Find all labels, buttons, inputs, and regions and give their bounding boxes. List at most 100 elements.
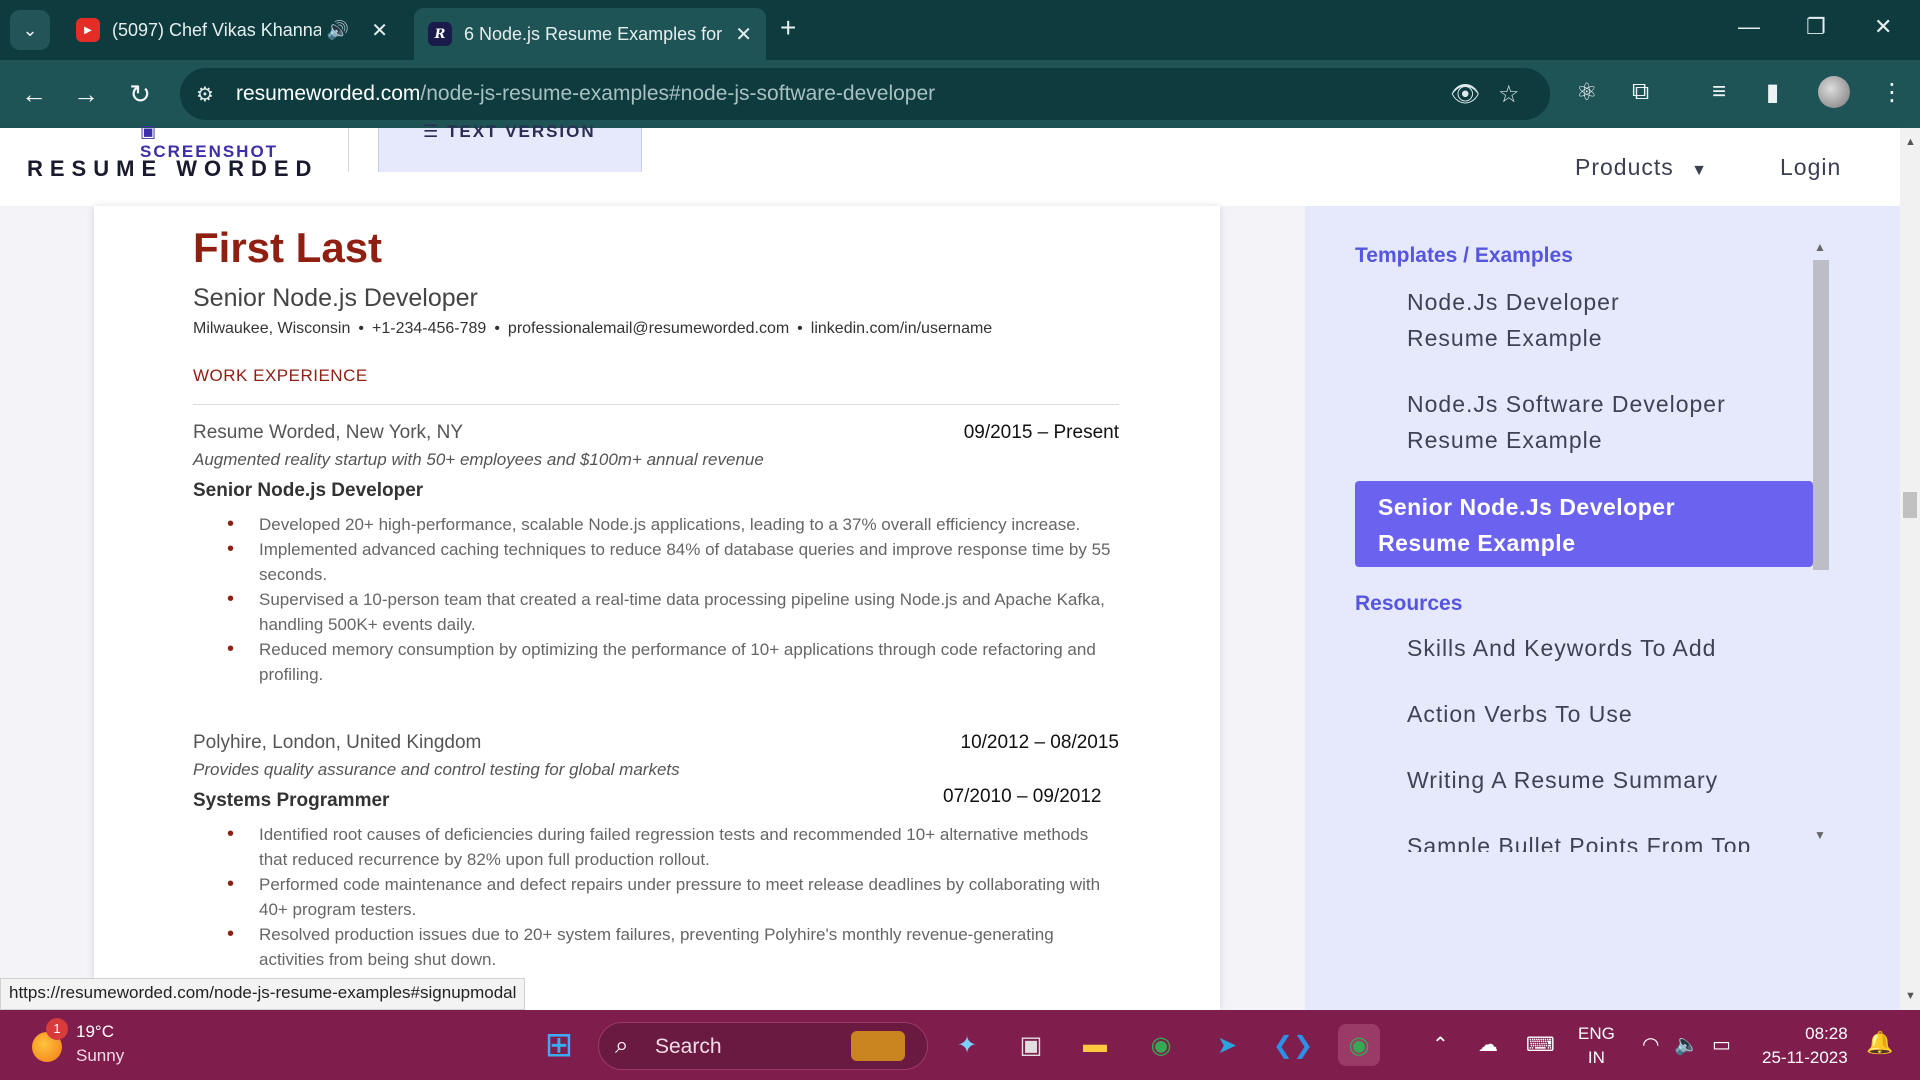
job-bullets: Identified root causes of deficiencies d… (193, 822, 1119, 972)
image-icon: ▣ (140, 122, 159, 141)
sidebar-item-resume-summary[interactable]: Writing A Resume Summary (1407, 762, 1807, 798)
job-entry: Polyhire, London, United Kingdom 10/2012… (193, 732, 1119, 972)
profile-avatar[interactable] (1818, 76, 1850, 108)
address-bar[interactable]: ⚙ resumeworded.com/node-js-resume-exampl… (180, 68, 1550, 120)
youtube-icon: ▶ (76, 18, 100, 42)
vscode-icon[interactable]: ❮❯ (1272, 1024, 1314, 1066)
onedrive-icon[interactable]: ☁ (1478, 1032, 1498, 1057)
resume-preview: First Last Senior Node.js Developer Milw… (94, 206, 1220, 1010)
telegram-icon[interactable]: ➤ (1206, 1024, 1248, 1066)
scroll-up-icon[interactable]: ▲ (1814, 240, 1826, 254)
chevron-up-icon[interactable]: ⌃ (1432, 1032, 1449, 1057)
job-description: Provides quality assurance and control t… (193, 760, 680, 779)
scroll-down-icon[interactable]: ▼ (1905, 990, 1916, 1002)
job-dates: 10/2012 – 08/2015 (960, 732, 1120, 753)
extensions-icon[interactable]: ⧉ (1632, 78, 1649, 106)
caret-down-icon: ▼ (1691, 162, 1708, 179)
speaker-icon[interactable]: 🔊 (327, 20, 349, 41)
bullet-point: Resolved production issues due to 20+ sy… (193, 922, 1119, 972)
forward-icon[interactable]: → (68, 76, 104, 112)
bullet-point: Reduced memory consumption by optimizing… (193, 637, 1119, 687)
chrome-icon[interactable]: ◉ (1140, 1024, 1182, 1066)
back-icon[interactable]: ← (16, 76, 52, 112)
close-tab-icon[interactable]: ✕ (735, 22, 752, 47)
sidebar-item-node-developer[interactable]: Node.Js Developer Resume Example (1407, 284, 1747, 356)
file-explorer-icon[interactable]: ▬ (1074, 1024, 1116, 1066)
tab-divider (348, 128, 349, 172)
language-indicator[interactable]: ENG IN (1578, 1022, 1615, 1070)
bullet-point: Supervised a 10-person team that created… (193, 587, 1119, 637)
templates-heading[interactable]: Templates / Examples (1355, 244, 1573, 268)
tab-title: 6 Node.js Resume Examples for (464, 23, 723, 44)
tab-youtube[interactable]: ▶ (5097) Chef Vikas Khanna - 🔊 ✕ (62, 8, 402, 52)
resume-worded-icon: R (428, 22, 452, 46)
bullet-point: Developed 20+ high-performance, scalable… (193, 512, 1119, 537)
scroll-up-icon[interactable]: ▲ (1905, 136, 1916, 148)
bookmark-star-icon[interactable]: ☆ (1498, 80, 1520, 109)
tab-title: (5097) Chef Vikas Khanna - (112, 19, 321, 40)
clock[interactable]: 08:28 25-11-2023 (1762, 1022, 1848, 1070)
menu-kebab-icon[interactable]: ⋮ (1880, 78, 1904, 107)
copilot-icon[interactable]: ✦ (946, 1024, 988, 1066)
task-view-icon[interactable]: ▣ (1010, 1024, 1052, 1066)
keyboard-icon[interactable]: ⌨ (1526, 1032, 1555, 1057)
job-description: Augmented reality startup with 50+ emplo… (193, 450, 764, 469)
job-entry: Resume Worded, New York, NY 09/2015 – Pr… (193, 422, 1119, 687)
weather-condition[interactable]: Sunny (76, 1046, 124, 1066)
windows-taskbar: 1 19°C Sunny ⊞ ⌕ Search ✦ ▣ ▬ ◉ ➤ ❮❯ ◉ ⌃… (0, 1010, 1920, 1080)
react-devtools-icon[interactable]: ⚛ (1576, 78, 1598, 107)
sidebar-item-sample-bullets[interactable]: Sample Bullet Points From Top (1407, 828, 1807, 852)
eye-off-icon[interactable]: 👁 (1450, 80, 1480, 109)
taskbar-search[interactable]: ⌕ Search (598, 1022, 928, 1070)
resume-title: Senior Node.js Developer (193, 284, 478, 312)
restore-icon[interactable]: ❐ (1806, 14, 1826, 40)
media-controls-icon[interactable]: ≡ (1712, 78, 1726, 106)
resources-heading[interactable]: Resources (1355, 592, 1462, 616)
side-panel-icon[interactable]: ▮ (1766, 78, 1779, 107)
battery-icon[interactable]: ▭ (1712, 1032, 1731, 1057)
scrollbar-thumb[interactable] (1903, 492, 1917, 518)
chrome-active-icon[interactable]: ◉ (1338, 1024, 1380, 1066)
tab-screenshot[interactable]: ▣ SCREENSHOT (140, 122, 278, 162)
notification-bell-icon[interactable]: 🔔 (1866, 1030, 1893, 1056)
tab-resume-worded[interactable]: R 6 Node.js Resume Examples for ✕ (414, 8, 766, 60)
notification-badge: 1 (46, 1018, 68, 1040)
bullet-point: Identified root causes of deficiencies d… (193, 822, 1119, 872)
sidebar-scrollbar[interactable]: ▲ ▼ (1810, 236, 1832, 848)
sidebar-item-skills-keywords[interactable]: Skills And Keywords To Add (1407, 630, 1807, 666)
browser-tab-bar: ⌄ ▶ (5097) Chef Vikas Khanna - 🔊 ✕ R 6 N… (0, 0, 1920, 60)
resume-contact: Milwaukee, Wisconsin • +1-234-456-789 • prof… (193, 320, 993, 337)
reload-icon[interactable]: ↻ (122, 76, 158, 112)
site-info-icon[interactable]: ⚙ (196, 82, 214, 107)
scroll-down-icon[interactable]: ▼ (1814, 828, 1826, 842)
tab-text-version[interactable]: ☰ TEXT VERSION (378, 122, 642, 172)
close-tab-icon[interactable]: ✕ (371, 18, 388, 43)
bullet-point: Implemented advanced caching techniques … (193, 537, 1119, 587)
section-heading: WORK EXPERIENCE (193, 366, 368, 385)
wifi-icon[interactable]: ◠ (1642, 1032, 1659, 1057)
scrollbar-thumb[interactable] (1813, 260, 1829, 570)
windows-start-icon[interactable]: ⊞ (538, 1024, 580, 1066)
link-status-bar: https://resumeworded.com/node-js-resume-… (0, 978, 526, 1010)
sidebar-item-node-software-developer[interactable]: Node.Js Software Developer Resume Example (1407, 386, 1747, 458)
briefcase-icon (851, 1031, 905, 1061)
browser-toolbar: ← → ↻ ⚙ resumeworded.com/node-js-resume-… (0, 60, 1920, 128)
page-scrollbar[interactable]: ▲ ▼ (1900, 128, 1920, 1010)
resume-name: First Last (193, 224, 383, 271)
job-dates: 09/2015 – Present (963, 422, 1119, 443)
section-divider (193, 404, 1119, 405)
close-window-icon[interactable]: ✕ (1874, 14, 1892, 40)
sidebar-item-senior-node-developer[interactable]: Senior Node.Js Developer Resume Example (1355, 481, 1813, 567)
weather-temperature[interactable]: 19°C (76, 1022, 114, 1042)
minimize-icon[interactable]: — (1738, 14, 1760, 40)
bullet-point: Performed code maintenance and defect re… (193, 872, 1119, 922)
list-icon: ☰ (423, 122, 447, 141)
tab-search-chevron-icon[interactable]: ⌄ (10, 10, 50, 50)
volume-icon[interactable]: 🔈 (1674, 1032, 1699, 1057)
login-link[interactable]: Login (1780, 154, 1841, 181)
new-tab-icon[interactable]: + (780, 12, 796, 44)
search-icon: ⌕ (615, 1032, 629, 1059)
products-menu[interactable]: Products ▼ (1575, 154, 1708, 181)
sidebar-item-action-verbs[interactable]: Action Verbs To Use (1407, 696, 1807, 732)
url-text[interactable]: resumeworded.com/node-js-resume-examples… (236, 82, 935, 106)
